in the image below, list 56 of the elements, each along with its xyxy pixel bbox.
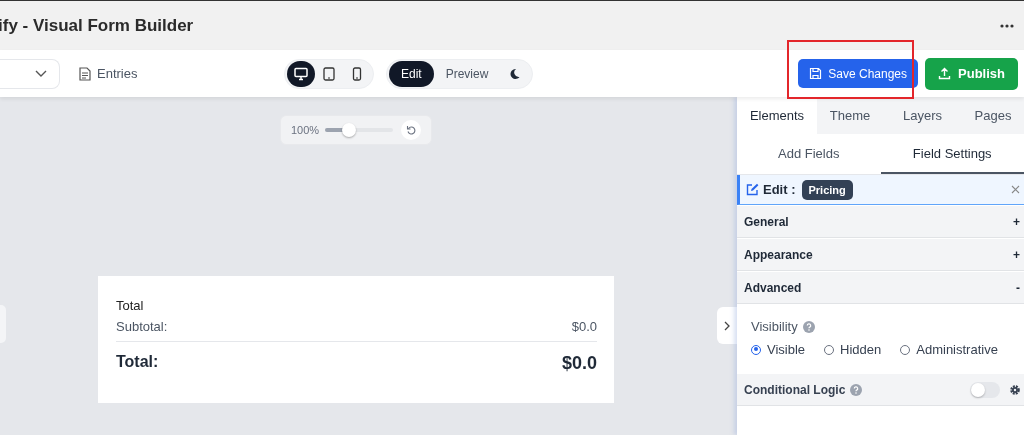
- monitor-button[interactable]: [287, 60, 315, 87]
- accordion-header[interactable]: Appearance +: [737, 239, 1024, 271]
- panel-tab[interactable]: Layers: [883, 97, 962, 134]
- field-label: Visibility: [751, 319, 798, 334]
- section-title: General: [744, 214, 789, 229]
- reset-icon: [406, 125, 416, 135]
- more-icon[interactable]: [1000, 23, 1014, 28]
- edit-icon: [746, 183, 759, 196]
- radio-option[interactable]: Administrative: [900, 342, 998, 357]
- section-title: Appearance: [744, 247, 813, 262]
- toggle-sign: +: [1013, 247, 1020, 262]
- slider-thumb[interactable]: [341, 123, 356, 137]
- row-label: Subtotal:: [116, 319, 168, 334]
- tablet-icon: [322, 66, 336, 81]
- toggle-sign: -: [1016, 280, 1020, 295]
- edit-label: Edit :: [763, 182, 796, 197]
- accordion-header[interactable]: Advanced -: [737, 272, 1024, 304]
- upload-icon: [938, 67, 952, 80]
- panel-tab[interactable]: Elements: [737, 97, 817, 134]
- moon-icon[interactable]: [508, 67, 521, 80]
- mode-tab[interactable]: Preview: [433, 60, 501, 87]
- section-title: Advanced: [744, 280, 802, 295]
- chevron-right-icon: [724, 320, 730, 331]
- help-icon: [802, 320, 815, 333]
- close-icon[interactable]: [1011, 185, 1020, 194]
- total-label: Total:: [116, 353, 159, 372]
- row-value: $0.0: [571, 319, 597, 334]
- option-label: Hidden: [840, 342, 882, 357]
- sub-tab[interactable]: Add Fields: [737, 134, 881, 174]
- chevron-down-icon: [35, 69, 47, 78]
- reset-button[interactable]: [401, 120, 421, 140]
- accordion-header[interactable]: General +: [737, 206, 1024, 238]
- zoom-slider[interactable]: [325, 123, 394, 137]
- toggle-switch[interactable]: [970, 381, 1000, 398]
- mode-tab[interactable]: Edit: [389, 60, 434, 87]
- save-changes-button[interactable]: Save Changes: [798, 59, 919, 88]
- radio-option[interactable]: Hidden: [824, 342, 882, 357]
- document-icon: [79, 66, 91, 81]
- section-heading: Total: [116, 298, 145, 313]
- option-label: Visible: [767, 342, 806, 357]
- entries-button[interactable]: Entries: [79, 66, 175, 81]
- field-badge: Pricing: [801, 179, 853, 200]
- monitor-icon: [294, 66, 308, 81]
- radio-option[interactable]: Visible: [751, 342, 806, 357]
- panel-tab[interactable]: Theme: [817, 97, 883, 134]
- zoom-level: 100%: [291, 124, 320, 136]
- window-title: ify - Visual Form Builder: [0, 15, 194, 36]
- help-icon: [850, 383, 863, 396]
- panel-tab[interactable]: Pages: [962, 97, 1024, 134]
- settings-icon[interactable]: [1009, 383, 1021, 396]
- setting-label: Conditional Logic: [744, 382, 846, 397]
- toggle-sign: +: [1013, 214, 1020, 229]
- phone-icon: [350, 66, 364, 81]
- total-value: $0.0: [561, 353, 597, 374]
- collapse-button[interactable]: [717, 307, 737, 344]
- option-label: Administrative: [916, 342, 998, 357]
